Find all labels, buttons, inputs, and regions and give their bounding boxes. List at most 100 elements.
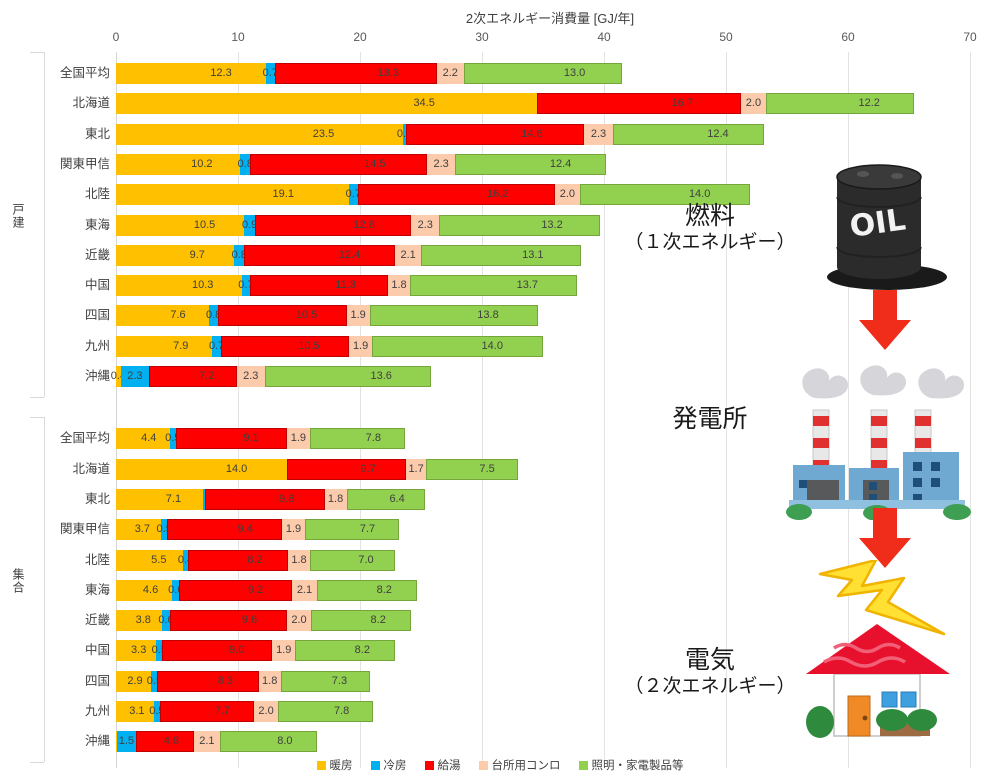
category-label: 関東甲信	[59, 156, 110, 171]
bar-row: 10.5 0.9 12.8 2.3 13.2	[116, 214, 601, 236]
bar-segment: 13.6	[264, 366, 431, 387]
electricity-label: 電気 （２次エネルギー）	[610, 645, 810, 698]
bar-value-label: 9.7	[189, 248, 205, 261]
bar-segment: 7.8	[278, 701, 374, 722]
bar-segment: 0.7	[209, 335, 224, 357]
x-tick-label: 20	[353, 30, 367, 44]
bar-segment: 7.8	[309, 428, 406, 450]
bar-value-label: 13.1	[522, 248, 544, 261]
bar-segment: 1.8	[324, 488, 347, 510]
bar-segment: 13.0	[463, 63, 623, 84]
bar-value-label: 7.5	[479, 462, 495, 475]
bar-segment: 23.5	[116, 123, 403, 145]
category-label: 東海	[84, 217, 110, 232]
bar-segment: 14.0	[372, 335, 543, 357]
bar-segment: 9.2	[179, 579, 292, 601]
legend-label: 照明・家電製品等	[591, 760, 684, 772]
legend-item[interactable]: 暖房	[316, 757, 353, 773]
bar-segment: 7.2	[148, 366, 237, 387]
category-label: 北陸	[84, 187, 110, 202]
bar-segment: 2.3	[411, 214, 440, 236]
chart-title: 2次エネルギー消費量 [GJ/年]	[465, 11, 635, 26]
bar-value-label: 9.1	[243, 432, 259, 445]
bar-value-label: 2.1	[400, 248, 416, 261]
bar-value-label: 7.1	[165, 492, 182, 505]
bar-segment: 1.5	[117, 731, 136, 753]
fuel-title: 燃料	[684, 201, 735, 230]
bar-value-label: 1.9	[290, 432, 307, 445]
bar-value-label: 10.2	[191, 157, 213, 170]
bar-row: 10.3 0.7 11.3 1.8 13.7	[116, 275, 578, 297]
category-label: 東海	[84, 582, 110, 597]
bar-segment: 7.6	[116, 305, 209, 327]
bar-segment: 11.3	[250, 275, 389, 297]
bar-segment: 9.4	[167, 519, 282, 541]
bar-segment: 0.7	[238, 275, 254, 297]
bar-segment: 10.5	[218, 305, 347, 327]
bar-value-label: 14.6	[521, 127, 543, 140]
fuel-label: 燃料 （１次エネルギー）	[610, 201, 810, 254]
bar-value-label: 13.8	[477, 309, 499, 322]
power-plant-label: 発電所	[610, 404, 810, 434]
bar-value-label: 12.4	[338, 248, 361, 261]
legend-label: 暖房	[329, 760, 353, 772]
bar-segment: 0.7	[346, 184, 361, 206]
bar-segment: 2.1	[395, 244, 421, 266]
legend-item[interactable]: 台所用コンロ	[478, 757, 561, 773]
bar-segment: 34.5	[116, 93, 537, 115]
bar-value-label: 14.0	[225, 462, 248, 475]
bar-row: 3.3 0.5 9.0 1.9 8.2	[116, 640, 396, 662]
bar-segment: 0.6	[158, 610, 174, 632]
group-bracket-tick	[30, 52, 44, 53]
legend-swatch	[370, 760, 380, 770]
bar-segment: 9.7	[287, 458, 406, 480]
bar-value-label: 14.5	[364, 157, 386, 170]
legend-swatch	[578, 760, 588, 770]
bar-value-label: 1.9	[276, 644, 292, 657]
category-label: 近畿	[84, 247, 110, 262]
bar-segment: 9.8	[205, 488, 325, 510]
bar-segment: 13.3	[274, 63, 437, 84]
bar-segment: 13.1	[420, 244, 581, 266]
category-label: 九州	[84, 338, 110, 353]
bar-value-label: 12.2	[858, 97, 880, 110]
bar-value-label: 10.5	[298, 339, 320, 352]
bar-segment: 12.8	[255, 214, 412, 236]
bar-segment: 2.3	[427, 153, 456, 175]
x-axis: 0 10 20 30 40 50 60 70	[0, 30, 1000, 50]
bar-segment: 7.9	[116, 335, 213, 357]
legend-item[interactable]: 冷房	[370, 757, 407, 773]
category-label: 北海道	[72, 461, 110, 476]
bar-value-label: 8.2	[370, 614, 386, 627]
bar-segment: 2.3	[236, 366, 265, 387]
bar-value-label: 13.2	[541, 218, 563, 231]
legend-item[interactable]: 給湯	[424, 757, 461, 773]
bar-value-label: 12.4	[549, 157, 572, 170]
x-tick-label: 70	[963, 30, 977, 44]
bar-value-label: 3.1	[129, 705, 145, 717]
bar-value-label: 1.9	[352, 339, 369, 352]
bar-value-label: 3.8	[135, 614, 151, 627]
bar-value-label: 4.4	[141, 432, 157, 445]
bar-value-label: 7.3	[331, 674, 348, 687]
bar-row: 0.42.3 7.2 2.3 13.6	[111, 366, 431, 387]
bar-value-label: 2.1	[296, 583, 313, 596]
bar-segment: 7.1	[116, 488, 203, 510]
bar-value-label: 10.5	[193, 218, 216, 231]
bar-segment: 7.3	[280, 670, 370, 692]
legend-label: 台所用コンロ	[491, 760, 561, 772]
bar-value-label: 13.3	[377, 67, 399, 79]
legend-swatch	[316, 760, 326, 770]
bar-value-label: 7.0	[358, 553, 374, 566]
legend-item[interactable]: 照明・家電製品等	[578, 757, 684, 773]
power-plant-icon	[785, 340, 980, 525]
bar-segment: 5.5	[116, 549, 184, 571]
bar-segment: 14.0	[116, 458, 287, 480]
bar-value-label: 9.2	[247, 583, 264, 596]
oil-drum-icon: OIL	[815, 155, 955, 300]
bar-segment: 1.8	[388, 275, 410, 297]
bar-value-label: 7.8	[333, 705, 350, 717]
bar-row: 9.7 0.8 12.4 2.1 13.1	[116, 244, 581, 266]
bar-row: 5.5 0.4 8.2 1.8 7.0	[116, 549, 396, 571]
category-label: 沖縄	[84, 369, 110, 383]
